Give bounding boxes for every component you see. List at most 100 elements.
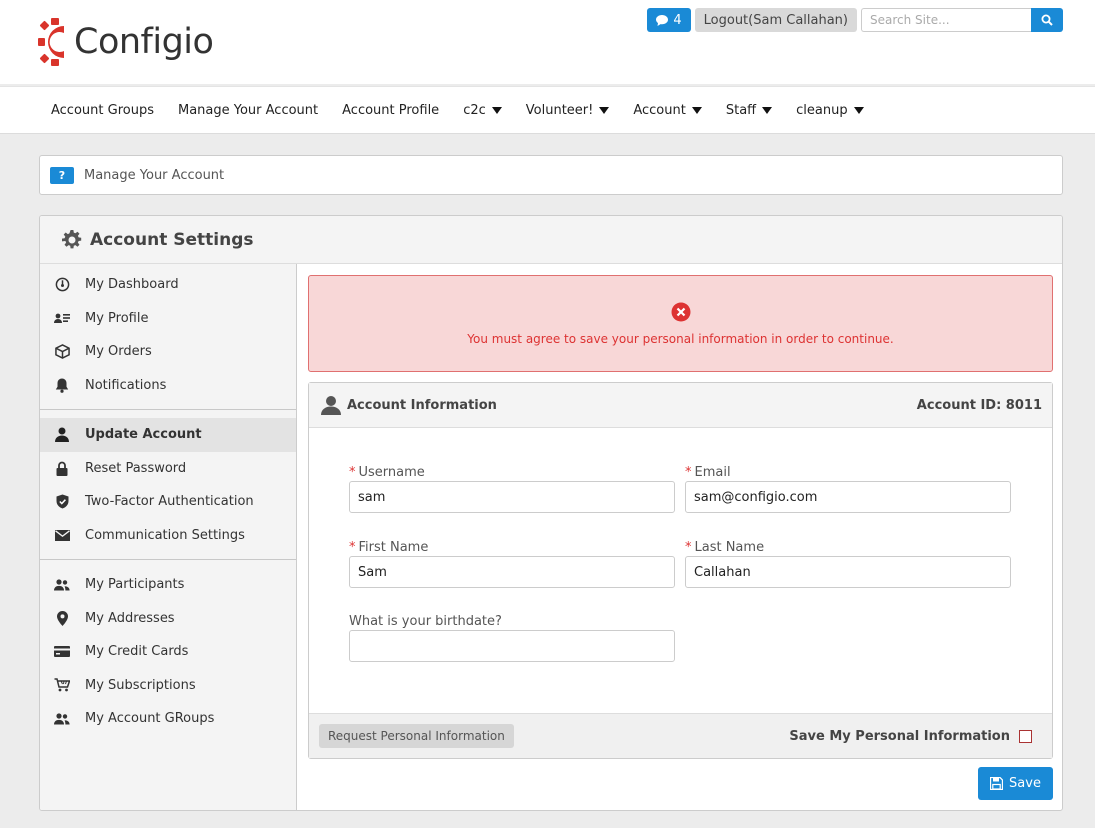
username-label-text: Username <box>358 465 425 480</box>
sidebar-item-label: My Credit Cards <box>85 644 189 660</box>
cart-icon <box>54 677 70 693</box>
help-button[interactable]: ? <box>50 166 74 184</box>
sidebar-item-two-factor-authentication[interactable]: Two-Factor Authentication <box>40 485 296 519</box>
messages-count: 4 <box>673 12 682 28</box>
panel-title: Account Settings <box>90 229 254 250</box>
nav-label: Staff <box>725 102 757 118</box>
nav-account-dropdown[interactable]: Account <box>633 103 702 118</box>
last-name-label: * Last Name <box>685 540 1011 555</box>
sidebar-item-label: Notifications <box>85 377 167 393</box>
last-name-input[interactable] <box>685 556 1011 588</box>
lock-icon <box>54 460 70 476</box>
sidebar-item-my-dashboard[interactable]: My Dashboard <box>40 268 296 302</box>
nav-account-groups[interactable]: Account Groups <box>51 103 154 118</box>
box-icon <box>54 344 70 360</box>
nav-label: Volunteer! <box>525 102 594 118</box>
sidebar-item-my-orders[interactable]: My Orders <box>40 335 296 369</box>
save-personal-info-checkbox[interactable] <box>1019 729 1032 743</box>
breadcrumb: ? Manage Your Account <box>39 155 1063 195</box>
nav-label: Account Groups <box>51 102 154 118</box>
nav-label: cleanup <box>796 102 848 118</box>
required-asterisk: * <box>685 540 692 555</box>
username-input[interactable] <box>349 481 675 513</box>
nav-label: Account Profile <box>342 102 440 118</box>
search-button[interactable] <box>1031 8 1063 32</box>
username-label: * Username <box>349 465 675 480</box>
sidebar-item-notifications[interactable]: Notifications <box>40 369 296 403</box>
last-name-label-text: Last Name <box>694 540 765 555</box>
save-button[interactable]: Save <box>978 767 1053 800</box>
caret-down-icon <box>599 106 610 114</box>
alert-message: You must agree to save your personal inf… <box>467 331 894 346</box>
save-button-label: Save <box>1009 776 1041 791</box>
account-information-card: Account Information Account ID: 8011 * Us… <box>308 382 1053 759</box>
account-content: You must agree to save your personal inf… <box>308 275 1053 759</box>
users-icon <box>54 577 70 593</box>
users-icon <box>54 711 70 727</box>
search-input[interactable] <box>861 8 1031 32</box>
map-pin-icon <box>54 610 70 626</box>
profile-card-icon <box>54 310 70 326</box>
brand-name: Configio <box>74 22 214 62</box>
nav-c2c-dropdown[interactable]: c2c <box>463 103 502 118</box>
birthdate-input[interactable] <box>349 630 675 662</box>
sidebar-item-label: Reset Password <box>85 460 187 476</box>
account-id: Account ID: 8011 <box>916 397 1042 413</box>
sidebar-item-label: My Orders <box>85 344 152 360</box>
nav-account-profile[interactable]: Account Profile <box>342 103 439 118</box>
sidebar-item-communication-settings[interactable]: Communication Settings <box>40 519 296 553</box>
save-personal-info-option: Save My Personal Information <box>789 729 1032 744</box>
nav-volunteer-dropdown[interactable]: Volunteer! <box>526 103 610 118</box>
user-icon <box>321 396 341 415</box>
account-settings-panel: Account Settings My Dashboard My Profile… <box>39 215 1063 811</box>
required-asterisk: * <box>349 540 356 555</box>
nav-manage-your-account[interactable]: Manage Your Account <box>178 103 318 118</box>
gear-logo-icon <box>38 18 64 66</box>
sidebar-item-label: My Participants <box>85 577 185 593</box>
sidebar-item-my-participants[interactable]: My Participants <box>40 568 296 602</box>
sidebar-item-label: Two-Factor Authentication <box>85 494 254 510</box>
email-label: * Email <box>685 465 1011 480</box>
sidebar-item-reset-password[interactable]: Reset Password <box>40 452 296 486</box>
sidebar-item-label: Communication Settings <box>85 527 245 543</box>
sidebar-item-my-addresses[interactable]: My Addresses <box>40 602 296 636</box>
nav-staff-dropdown[interactable]: Staff <box>725 102 773 118</box>
panel-header: Account Settings <box>40 216 1062 264</box>
header: Configio 4 Logout(Sam Callahan) <box>0 0 1095 84</box>
first-name-input[interactable] <box>349 556 675 588</box>
request-personal-information-button[interactable]: Request Personal Information <box>319 724 514 748</box>
sidebar-item-my-profile[interactable]: My Profile <box>40 302 296 336</box>
sidebar-item-my-credit-cards[interactable]: My Credit Cards <box>40 635 296 669</box>
sidebar-item-label: My Account GRoups <box>85 711 215 727</box>
bell-icon <box>54 377 70 393</box>
username-field-group: * Username <box>349 465 675 513</box>
nav-label: c2c <box>463 102 486 118</box>
nav-cleanup-dropdown[interactable]: cleanup <box>796 102 864 118</box>
user-icon <box>54 427 70 443</box>
first-name-label-text: First Name <box>358 540 429 555</box>
birthdate-field-group: What is your birthdate? <box>349 614 675 662</box>
sidebar-item-label: My Profile <box>85 310 149 326</box>
nav-label: Account <box>633 102 686 118</box>
last-name-field-group: * Last Name <box>685 540 1011 588</box>
shield-icon <box>54 494 70 510</box>
required-asterisk: * <box>349 465 356 480</box>
sidebar-item-update-account[interactable]: Update Account <box>40 418 296 452</box>
sidebar-item-label: My Subscriptions <box>85 677 196 693</box>
configio-logo[interactable]: Configio <box>38 14 214 70</box>
sidebar-item-my-subscriptions[interactable]: My Subscriptions <box>40 669 296 703</box>
save-personal-info-label: Save My Personal Information <box>789 728 1010 744</box>
sidebar-item-label: My Addresses <box>85 610 175 626</box>
account-info-title-text: Account Information <box>347 397 497 413</box>
caret-down-icon <box>853 106 864 114</box>
messages-button[interactable]: 4 <box>647 8 691 32</box>
logout-button[interactable]: Logout(Sam Callahan) <box>694 8 857 32</box>
gear-icon <box>62 229 82 248</box>
error-alert: You must agree to save your personal inf… <box>308 275 1053 372</box>
dashboard-icon <box>54 277 70 293</box>
account-info-footer: Request Personal Information Save My Per… <box>309 713 1052 758</box>
email-input[interactable] <box>685 481 1011 513</box>
sidebar-item-my-account-groups[interactable]: My Account GRoups <box>40 702 296 736</box>
first-name-label: * First Name <box>349 540 675 555</box>
floppy-disk-icon <box>990 777 1004 790</box>
